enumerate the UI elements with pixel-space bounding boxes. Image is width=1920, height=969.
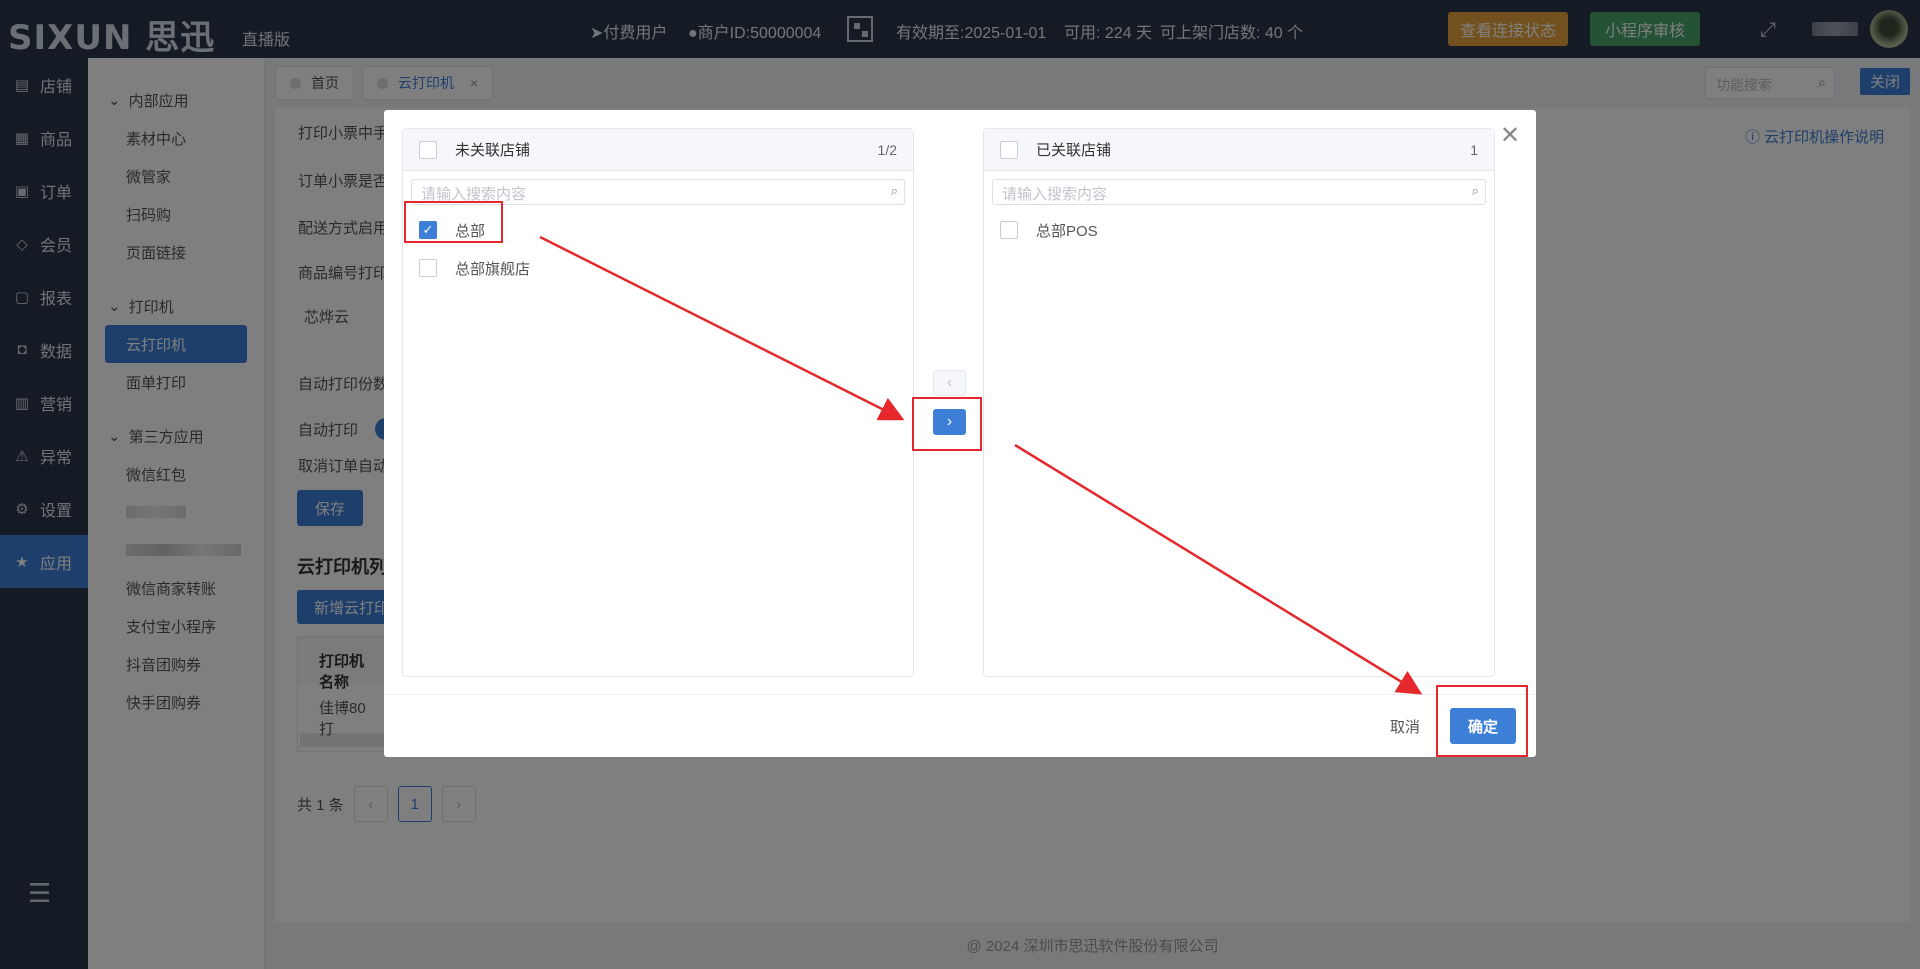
annotation-arrows bbox=[539, 235, 1423, 695]
arrow-to-move-button bbox=[539, 235, 905, 421]
arrow-to-confirm bbox=[1014, 443, 1423, 695]
